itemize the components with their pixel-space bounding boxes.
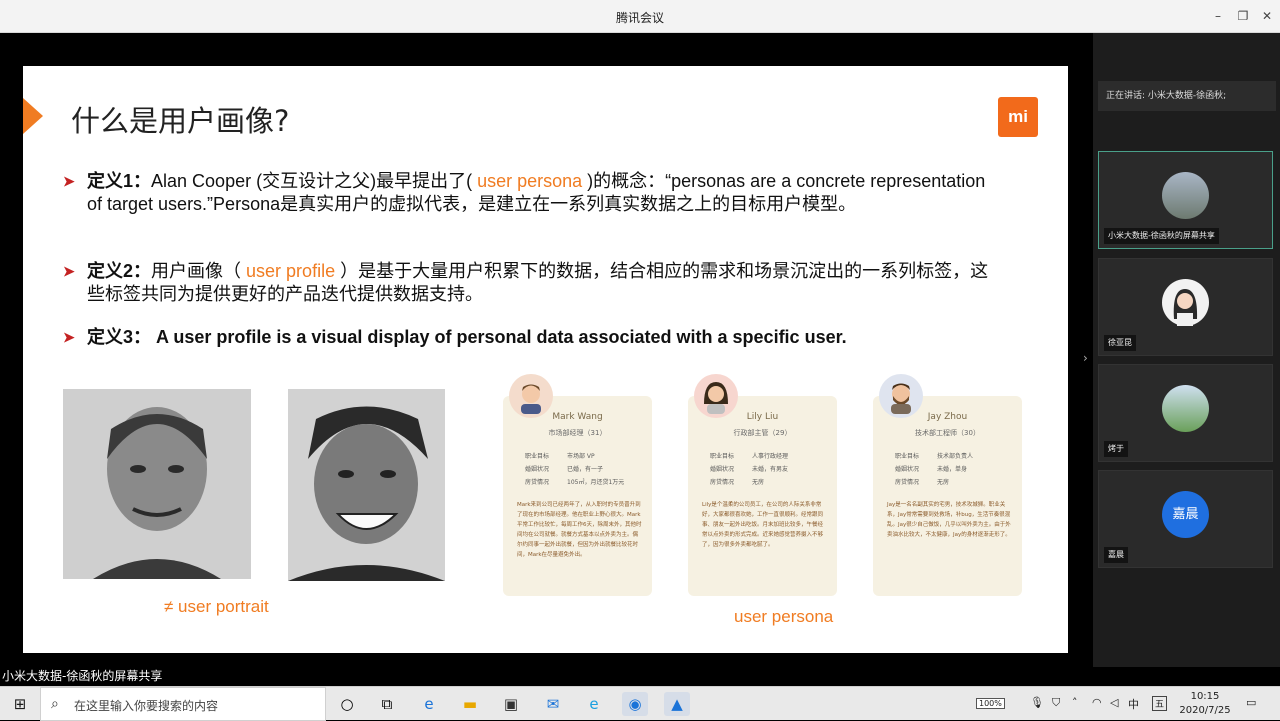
bullet-arrow-icon: ➤ — [63, 263, 75, 279]
taskbar-clock[interactable]: 10:15 2020/7/25 — [1170, 690, 1240, 718]
persona-attributes: 职业目标 人事行政经理 婚姻状况 未婚，有男友 房贷情况 无房 — [710, 453, 789, 486]
participant-name: 嘉晨 — [1104, 547, 1128, 563]
persona-role: 行政部主管（29） — [733, 429, 792, 437]
definition-2-label: 定义2： — [87, 261, 152, 281]
input-mode-indicator[interactable]: 五 — [1152, 696, 1168, 711]
portrait-photo-2 — [288, 389, 445, 581]
window-title: 腾讯会议 — [615, 11, 664, 25]
persona-name: Lily Liu — [746, 412, 779, 422]
participant-panel: 正在讲话: 小米大数据-徐函秋; › 小米大数据-徐函秋的屏幕共享 徐亚昆 烤于… — [1083, 33, 1280, 667]
definition-1: ➤ 定义1：Alan Cooper (交互设计之父)最早提出了( user pe… — [63, 170, 993, 216]
participant-tile[interactable]: 烤于 — [1098, 364, 1273, 462]
taskbar: ⊞ ⌕ 在这里输入你要搜索的内容 ○ ⧉ e ▬ ▣ ✉ e ◉ ▲ 100% … — [0, 686, 1280, 721]
definition-3-text: A user profile is a visual display of pe… — [151, 327, 847, 347]
participant-name: 小米大数据-徐函秋的屏幕共享 — [1104, 228, 1219, 244]
browser-app-icon[interactable]: e — [581, 692, 607, 716]
xiaomi-logo: mi — [998, 97, 1038, 137]
store-icon[interactable]: ▣ — [498, 692, 524, 716]
photos-app-icon[interactable]: ▲ — [664, 692, 690, 716]
persona-attributes: 职业目标 市场部 VP 婚姻状况 已婚，有一子 房贷情况 105㎡，月还贷1万元 — [525, 453, 625, 486]
definition-3: ➤ 定义3： A user profile is a visual displa… — [63, 326, 993, 349]
maximize-button[interactable]: ❐ — [1232, 6, 1254, 26]
avatar — [1162, 385, 1209, 432]
caption-user-portrait: ≠ user portrait — [164, 597, 269, 616]
presentation-slide: 什么是用户画像? mi ➤ 定义1：Alan Cooper (交互设计之父)最早… — [23, 66, 1068, 653]
definition-2-pre: 用户画像（ — [151, 261, 247, 281]
minimize-button[interactable]: – — [1207, 6, 1229, 26]
clock-date: 2020/7/25 — [1179, 705, 1231, 716]
bullet-arrow-icon: ➤ — [63, 173, 75, 189]
participant-tile[interactable]: 嘉晨 嘉晨 — [1098, 470, 1273, 568]
slide-accent-arrow — [23, 98, 43, 134]
clock-time: 10:15 — [1190, 691, 1220, 702]
persona-card: Jay Zhou 技术部工程师（30） 职业目标 技术部负责人 婚姻状况 未婚，单身… — [873, 374, 1022, 596]
persona-bio: Jay是一名名副其实的宅男，技术攻城狮。职业关系，Jay常常需要到处救场，补bu… — [887, 502, 1011, 538]
persona-attributes: 职业目标 技术部负责人 婚姻状况 未婚，单身 房贷情况 无房 — [895, 453, 974, 486]
taskbar-search-box[interactable]: ⌕ 在这里输入你要搜索的内容 — [40, 687, 326, 721]
volume-icon[interactable]: ◁ — [1110, 696, 1118, 709]
persona-role: 技术部工程师（30） — [915, 429, 980, 437]
speaking-indicator: 正在讲话: 小米大数据-徐函秋; — [1098, 81, 1276, 111]
slide-heading: 什么是用户画像? — [71, 104, 290, 138]
screen-share-label: 小米大数据-徐函秋的屏幕共享 — [0, 667, 300, 685]
windows-start-icon[interactable]: ⊞ — [0, 687, 40, 721]
mail-icon[interactable]: ✉ — [540, 692, 566, 716]
avatar — [1162, 279, 1209, 326]
persona-bio: Lily是个温柔的公司员工，在公司的人际关系非常好，大家都很喜欢她，工作一直很顺… — [702, 502, 824, 548]
definition-1-pre: Alan Cooper (交互设计之父)最早提出了( — [151, 171, 478, 191]
avatar: 嘉晨 — [1162, 491, 1209, 538]
definition-3-label: 定义3： — [87, 327, 152, 347]
edge-browser-icon[interactable]: e — [416, 692, 442, 716]
cortana-icon[interactable]: ○ — [334, 692, 360, 716]
microphone-icon[interactable]: 🎙 — [1030, 696, 1044, 709]
portrait-photo-1 — [63, 389, 251, 579]
bullet-arrow-icon: ➤ — [63, 329, 75, 345]
search-icon: ⌕ — [51, 696, 59, 712]
battery-indicator[interactable]: 100% — [976, 698, 1005, 709]
avatar — [1162, 172, 1209, 219]
input-method-indicator[interactable]: 中 — [1128, 696, 1139, 712]
definition-1-label: 定义1： — [87, 171, 152, 191]
definition-2: ➤ 定义2：用户画像（ user profile ）是基于大量用户积累下的数据，… — [63, 260, 993, 306]
network-icon[interactable]: ◠ — [1092, 696, 1102, 709]
participant-tile[interactable]: 徐亚昆 — [1098, 258, 1273, 356]
persona-card: Lily Liu 行政部主管（29） 职业目标 人事行政经理 婚姻状况 未婚，有男友… — [688, 374, 837, 596]
notification-center-icon[interactable]: ▭ — [1246, 696, 1256, 709]
shared-screen: 什么是用户画像? mi ➤ 定义1：Alan Cooper (交互设计之父)最早… — [0, 33, 1093, 667]
tencent-meeting-icon[interactable]: ◉ — [622, 692, 648, 716]
participant-name: 烤于 — [1104, 441, 1128, 457]
participant-name: 徐亚昆 — [1104, 335, 1136, 351]
task-view-icon[interactable]: ⧉ — [374, 692, 400, 716]
persona-name: Mark Wang — [552, 412, 603, 422]
caption-user-persona: user persona — [734, 607, 834, 626]
persona-name: Jay Zhou — [927, 412, 968, 422]
title-bar: 腾讯会议 – ❐ ✕ — [0, 0, 1280, 33]
participant-tile[interactable]: 小米大数据-徐函秋的屏幕共享 — [1098, 151, 1273, 249]
close-button[interactable]: ✕ — [1256, 6, 1278, 26]
security-shield-icon[interactable]: ⛉ — [1052, 696, 1060, 710]
persona-role: 市场部经理（31） — [548, 429, 607, 437]
show-hidden-icons[interactable]: ˄ — [1072, 696, 1078, 709]
collapse-panel-icon[interactable]: › — [1083, 351, 1088, 365]
definition-2-highlight: user profile — [246, 261, 336, 281]
search-placeholder: 在这里输入你要搜索的内容 — [74, 699, 219, 713]
persona-card: Mark Wang 市场部经理（31） 职业目标 市场部 VP 婚姻状况 已婚，有一… — [503, 374, 652, 596]
persona-bio: Mark来到公司已经两年了，从入职时的专员晋升到了现在的市场部经理。他在职业上野… — [517, 502, 642, 558]
file-explorer-icon[interactable]: ▬ — [457, 692, 483, 716]
definition-1-highlight: user persona — [477, 171, 583, 191]
